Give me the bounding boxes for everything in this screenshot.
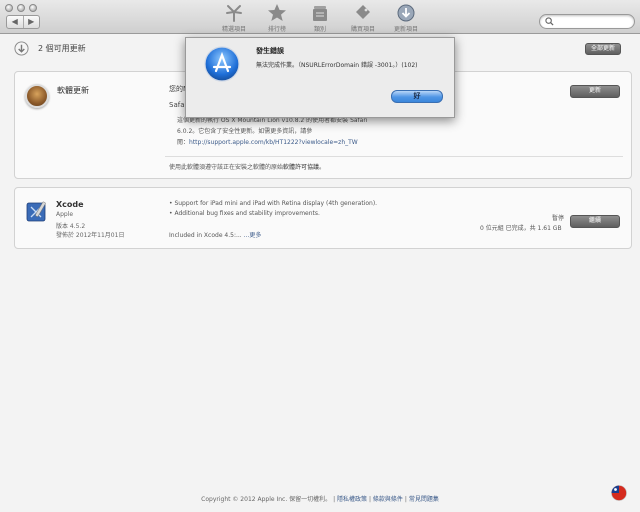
xcode-name: Xcode <box>56 200 84 209</box>
xcode-status: 暫停 <box>552 215 565 222</box>
toolbar: ◀ ▶ 精選項目 排行榜 類別 購買項目 更新項目 <box>0 0 640 34</box>
footer-copyright: Copyright © 2012 Apple Inc. 保留一切權利。 <box>201 496 332 503</box>
taiwan-flag-icon[interactable] <box>611 485 627 501</box>
back-button[interactable]: ◀ <box>7 16 23 28</box>
faq-link[interactable]: 常見問題集 <box>409 496 439 503</box>
license-prefix: 使用此軟體須遵守該正在安裝之軟體的原始 <box>169 164 284 171</box>
featured-icon <box>226 5 242 22</box>
software-update-title: 軟體更新 <box>57 86 89 95</box>
categories-icon <box>313 6 327 21</box>
xcode-included-prefix: Included in Xcode 4.5:... <box>169 232 244 239</box>
xcode-update-card: Xcode Apple 版本 4.5.2 發佈於 2012年11月01日 • S… <box>14 187 632 249</box>
search-field[interactable] <box>539 14 635 29</box>
safari-update-description-3: 閱：http://support.apple.com/kb/HT1222?vie… <box>177 137 358 146</box>
footer-separator: | <box>333 496 336 503</box>
more-link[interactable]: ...更多 <box>244 232 262 239</box>
license-suffix: 。 <box>319 164 326 171</box>
close-window-button[interactable] <box>5 4 13 12</box>
app-store-icon <box>204 46 240 82</box>
footer-separator: | <box>368 496 371 503</box>
zoom-window-button[interactable] <box>29 4 37 12</box>
xcode-release-date: 發佈於 2012年11月01日 <box>56 232 125 239</box>
description-3-prefix: 閱： <box>177 139 190 146</box>
xcode-note-1: • Support for iPad mini and iPad with Re… <box>169 200 378 207</box>
tab-updates[interactable]: 更新項目 <box>381 3 431 33</box>
privacy-policy-link[interactable]: 隱私權政策 <box>337 496 367 503</box>
support-link[interactable]: http://support.apple.com/kb/HT1222?viewl… <box>189 139 358 146</box>
xcode-progress-text: 0 位元組 已完成，共 1.61 GB <box>480 225 562 232</box>
updates-count-label: 2 個可用更新 <box>38 44 86 53</box>
tab-updates-label: 更新項目 <box>393 26 418 33</box>
update-button[interactable]: 更新 <box>570 85 620 98</box>
star-icon <box>268 4 286 21</box>
error-dialog: 發生錯誤 無法完成作業。（NSURLErrorDomain 錯誤 -3001。）… <box>185 37 455 118</box>
search-icon <box>545 17 554 26</box>
purchases-icon <box>356 5 370 19</box>
card-divider <box>165 156 623 157</box>
license-notice: 使用此軟體須遵守該正在安裝之軟體的原始軟體許可協議。 <box>169 162 325 171</box>
license-link[interactable]: 軟體許可協議 <box>283 164 319 171</box>
xcode-publisher: Apple <box>56 211 74 218</box>
xcode-included: Included in Xcode 4.5:... ...更多 <box>169 230 261 239</box>
resume-button[interactable]: 繼續 <box>570 215 620 228</box>
safari-update-description-2: 6.0.2。它包含了安全性更新。如需更多資訊，請參 <box>177 128 313 135</box>
footer-separator: | <box>404 496 407 503</box>
minimize-window-button[interactable] <box>17 4 25 12</box>
updates-icon <box>397 4 415 22</box>
forward-button[interactable]: ▶ <box>22 16 40 28</box>
dialog-message: 無法完成作業。（NSURLErrorDomain 錯誤 -3001。）(102) <box>256 62 418 69</box>
os-x-mountain-lion-icon <box>25 84 49 108</box>
update-all-button[interactable]: 全部更新 <box>585 43 621 55</box>
xcode-version: 版本 4.5.2 <box>56 223 86 230</box>
navigation-buttons: ◀ ▶ <box>6 15 40 29</box>
xcode-note-2: • Additional bug fixes and stability imp… <box>169 210 320 217</box>
ok-button[interactable]: 好 <box>391 90 443 103</box>
footer: Copyright © 2012 Apple Inc. 保留一切權利。 | 隱私… <box>0 494 640 503</box>
dialog-title: 發生錯誤 <box>256 47 284 55</box>
terms-link[interactable]: 條款與條件 <box>373 496 403 503</box>
xcode-icon <box>26 201 46 222</box>
download-icon <box>14 41 29 56</box>
